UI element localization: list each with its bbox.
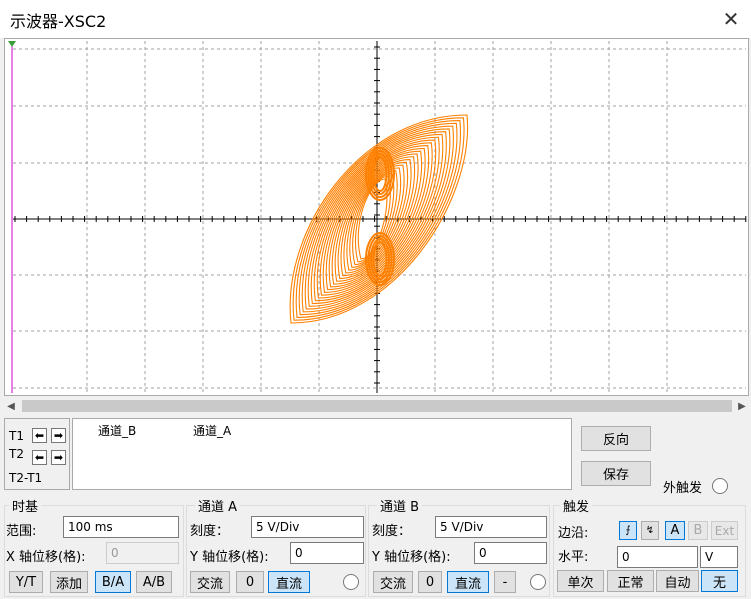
channel-b-ypos-label: Y 轴位移(格): <box>372 550 451 565</box>
close-icon[interactable]: ✕ <box>711 0 751 38</box>
scroll-left-icon[interactable]: ◀ <box>4 398 18 414</box>
trigger-marker-icon <box>8 41 16 47</box>
rising-edge-icon[interactable]: ⨍ <box>619 521 637 540</box>
add-mode-button[interactable]: 添加 <box>50 571 88 593</box>
ba-mode-button[interactable]: B/A <box>95 571 131 593</box>
channel-a-ypos-label: Y 轴位移(格): <box>190 550 269 565</box>
horizontal-scrollbar[interactable]: ◀ ▶ <box>4 398 749 414</box>
timebase-range-field[interactable]: 100 ms <box>63 516 179 538</box>
channel-a-ac-button[interactable]: 交流 <box>190 571 230 593</box>
trigger-source-a[interactable]: A <box>665 521 685 540</box>
channel-a-dc-button[interactable]: 直流 <box>268 571 310 593</box>
auto-trigger-button[interactable]: 自动 <box>656 570 699 592</box>
scroll-thumb[interactable] <box>22 400 732 412</box>
cursor-t2t1-label: T2-T1 <box>9 471 43 485</box>
channel-b-zero-button[interactable]: 0 <box>418 571 442 593</box>
level-label: 水平: <box>558 550 589 565</box>
cursor-t1-label: T1 <box>9 429 24 443</box>
ab-mode-button[interactable]: A/B <box>136 571 172 593</box>
t2-left-arrow-icon[interactable]: ⬅ <box>32 450 47 465</box>
channel-b-ac-button[interactable]: 交流 <box>373 571 413 593</box>
scope-grid <box>13 41 747 393</box>
t1-left-arrow-icon[interactable]: ⬅ <box>32 428 47 443</box>
window-title: 示波器-XSC2 <box>10 12 107 31</box>
edge-label: 边沿: <box>558 526 589 541</box>
channel-b-minus-button[interactable]: - <box>494 571 516 593</box>
channel-b-radio[interactable] <box>530 574 546 590</box>
ext-trigger-label: 外触发 <box>663 481 703 496</box>
measurement-readout: 通道_B 通道_A <box>72 418 572 490</box>
channel-b-dc-button[interactable]: 直流 <box>447 571 489 593</box>
channel-a-radio[interactable] <box>343 574 359 590</box>
cursor-controls: T1 ⬅ ➡ T2 ⬅ ➡ T2-T1 <box>4 418 70 490</box>
save-button[interactable]: 保存 <box>581 461 651 486</box>
trigger-level-field[interactable]: 0 <box>617 546 698 568</box>
scroll-right-icon[interactable]: ▶ <box>735 398 749 414</box>
readout-col-b: 通道_B <box>98 424 137 438</box>
channel-a-scale-field[interactable]: 5 V/Div <box>251 516 364 538</box>
normal-trigger-button[interactable]: 正常 <box>607 570 654 592</box>
trigger-source-ext[interactable]: Ext <box>711 521 738 540</box>
yt-mode-button[interactable]: Y/T <box>9 571 43 593</box>
t1-right-arrow-icon[interactable]: ➡ <box>51 428 66 443</box>
channel-b-scale-field[interactable]: 5 V/Div <box>435 516 547 538</box>
x-position-label: X 轴位移(格): <box>6 550 86 565</box>
range-label: 范围: <box>6 524 37 539</box>
t2-right-arrow-icon[interactable]: ➡ <box>51 450 66 465</box>
channel-b-ypos-field[interactable]: 0 <box>474 542 547 564</box>
falling-edge-icon[interactable]: ↯ <box>641 521 659 540</box>
none-trigger-button[interactable]: 无 <box>701 570 738 592</box>
channel-a-ypos-field[interactable]: 0 <box>290 542 364 564</box>
channel-a-title: 通道 A <box>195 496 241 515</box>
cursor-t2-label: T2 <box>9 447 24 461</box>
scope-plot <box>8 41 747 393</box>
x-position-field[interactable]: 0 <box>106 542 179 564</box>
ext-trigger-radio[interactable] <box>712 478 728 494</box>
timebase-title: 时基 <box>9 496 42 515</box>
oscilloscope-screen <box>4 38 749 396</box>
readout-col-a: 通道_A <box>193 424 232 438</box>
channel-b-title: 通道 B <box>377 496 423 515</box>
channel-a-scale-label: 刻度： <box>190 524 230 539</box>
channel-b-scale-label: 刻度： <box>372 524 412 539</box>
trigger-source-b[interactable]: B <box>688 521 708 540</box>
single-trigger-button[interactable]: 单次 <box>557 570 604 592</box>
channel-a-zero-button[interactable]: 0 <box>236 571 264 593</box>
title-bar: 示波器-XSC2 ✕ <box>0 0 751 38</box>
reverse-button[interactable]: 反向 <box>581 426 651 451</box>
trigger-level-unit[interactable]: V <box>700 546 738 568</box>
trigger-title: 触发 <box>560 496 593 515</box>
